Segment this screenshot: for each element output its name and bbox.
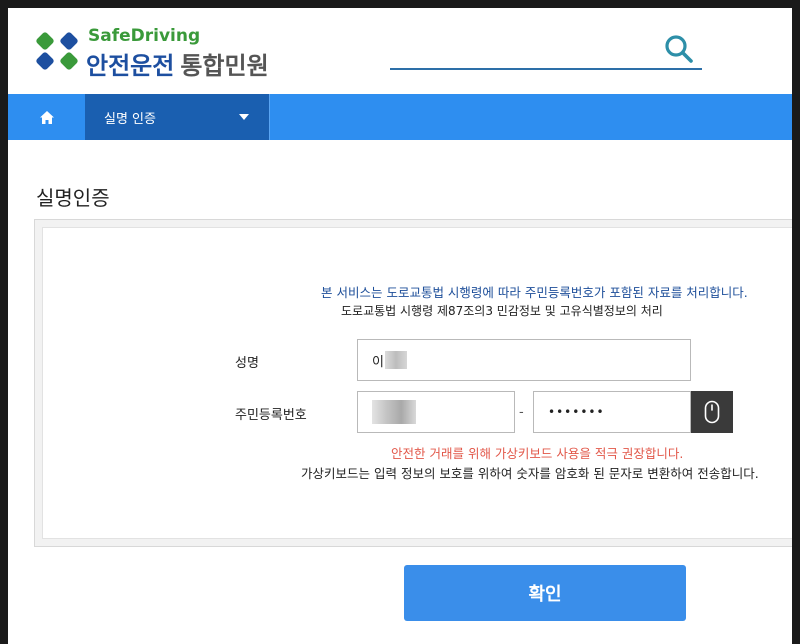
home-icon: [39, 110, 54, 124]
nav-dropdown-label: 실명 인증: [104, 111, 156, 127]
name-label: 성명: [235, 356, 259, 371]
rrn-front-input[interactable]: [357, 391, 515, 433]
window-frame: SafeDriving 안전운전 통합민원 실명 인증 실명인증 본 서비스는 도…: [8, 8, 792, 644]
nav-dropdown-realname[interactable]: 실명 인증: [85, 94, 270, 140]
search-input-underline[interactable]: [390, 68, 702, 70]
site-header: SafeDriving 안전운전 통합민원: [8, 8, 792, 94]
nav-bar: 실명 인증: [8, 94, 792, 140]
name-input-value: 이: [372, 354, 384, 370]
rrn-back-masked: •••••••: [548, 405, 605, 419]
blurred-name: [384, 351, 407, 369]
brand-title[interactable]: 안전운전 통합민원: [86, 46, 269, 81]
brand-english: SafeDriving: [88, 26, 201, 46]
caret-down-icon: [239, 114, 249, 120]
notice-legal-basis: 도로교통법 시행령 제87조의3 민감정보 및 고유식별정보의 처리: [341, 304, 663, 318]
confirm-button[interactable]: 확인: [404, 565, 686, 621]
rrn-separator: -: [519, 405, 524, 420]
verification-form: 본 서비스는 도로교통법 시행령에 따라 주민등록번호가 포함된 자료를 처리합…: [42, 227, 792, 539]
rrn-label: 주민등록번호: [235, 408, 307, 423]
notice-rrn-processing: 본 서비스는 도로교통법 시행령에 따라 주민등록번호가 포함된 자료를 처리합…: [321, 285, 748, 300]
page-title: 실명인증: [36, 186, 110, 210]
brand-korean: 안전운전: [86, 52, 175, 80]
search-icon[interactable]: [664, 34, 694, 64]
virtual-keyboard-recommendation: 안전한 거래를 위해 가상키보드 사용을 적극 권장합니다.: [391, 446, 684, 461]
blurred-rrn-front: [372, 400, 416, 424]
virtual-keyboard-description: 가상키보드는 입력 정보의 보호를 위하여 숫자를 암호화 된 문자로 변환하여…: [301, 466, 759, 481]
virtual-keyboard-button[interactable]: [691, 391, 733, 433]
home-button[interactable]: [8, 94, 85, 140]
safedriving-logo-icon[interactable]: [34, 30, 84, 74]
name-input[interactable]: 이: [357, 339, 691, 381]
rrn-back-input[interactable]: •••••••: [533, 391, 691, 433]
mouse-icon: [704, 400, 720, 424]
verification-panel: 본 서비스는 도로교통법 시행령에 따라 주민등록번호가 포함된 자료를 처리합…: [34, 219, 792, 547]
brand-subtitle: 통합민원: [180, 52, 269, 80]
